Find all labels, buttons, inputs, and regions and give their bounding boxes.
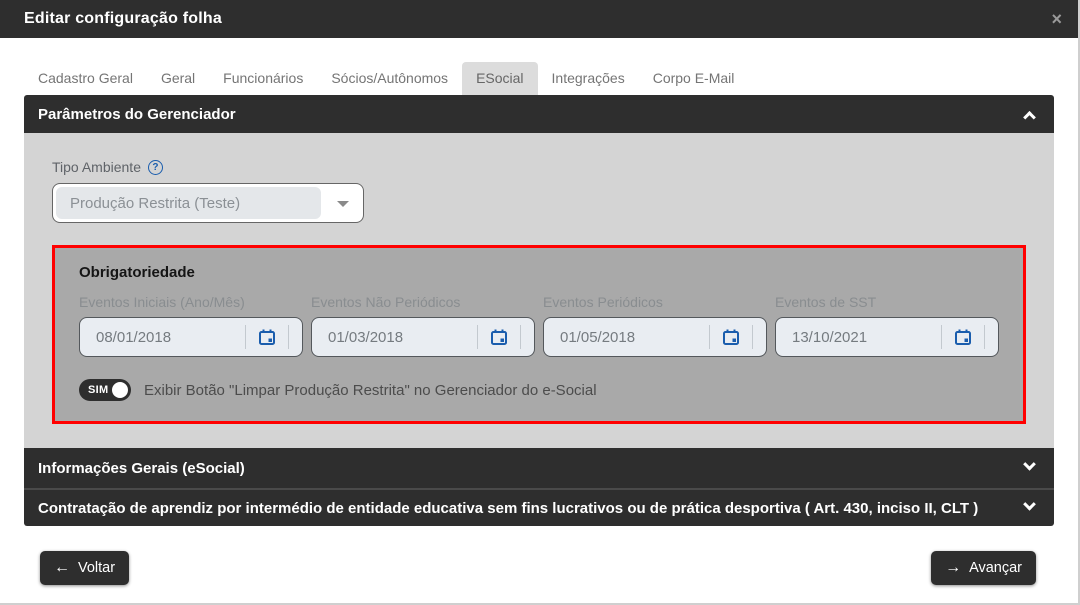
divider bbox=[984, 325, 985, 349]
next-button[interactable]: → Avançar bbox=[931, 551, 1036, 585]
date-value: 01/03/2018 bbox=[328, 328, 404, 346]
tipo-ambiente-label: Tipo Ambiente bbox=[52, 159, 141, 175]
date-label: Eventos Não Periódicos bbox=[311, 294, 461, 310]
obrigatoriedade-box: Obrigatoriedade Eventos Iniciais (Ano/Mê… bbox=[52, 245, 1026, 424]
close-icon[interactable]: × bbox=[1051, 10, 1062, 28]
toggle-row: SIM Exibir Botão "Limpar Produção Restri… bbox=[79, 379, 999, 401]
date-label: Eventos Iniciais (Ano/Mês) bbox=[79, 294, 245, 310]
accordion-header-informacoes-gerais[interactable]: Informações Gerais (eSocial) bbox=[24, 448, 1054, 488]
date-label: Eventos de SST bbox=[775, 294, 877, 310]
obrigatoriedade-title: Obrigatoriedade bbox=[79, 264, 195, 281]
tab-esocial[interactable]: ESocial bbox=[462, 62, 538, 95]
toggle-knob-icon bbox=[112, 382, 128, 398]
modal-footer: ← Voltar → Avançar bbox=[0, 526, 1078, 585]
tab-corpo-email[interactable]: Corpo E-Mail bbox=[639, 62, 749, 95]
help-icon[interactable]: ? bbox=[147, 159, 163, 175]
next-button-label: Avançar bbox=[969, 560, 1022, 576]
date-input-eventos-periodicos[interactable]: 01/05/2018 bbox=[543, 317, 767, 357]
accordion-title: Parâmetros do Gerenciador bbox=[38, 105, 236, 123]
date-col-eventos-sst: Eventos de SST 13/10/2021 bbox=[775, 294, 999, 357]
parametros-body: Tipo Ambiente ? Produção Restrita (Teste… bbox=[24, 133, 1054, 448]
limpar-producao-toggle[interactable]: SIM bbox=[79, 379, 131, 401]
date-value: 01/05/2018 bbox=[560, 328, 636, 346]
chevron-up-icon bbox=[1023, 110, 1036, 124]
tab-socios-autonomos[interactable]: Sócios/Autônomos bbox=[317, 62, 462, 95]
divider bbox=[288, 325, 289, 349]
chevron-down-icon bbox=[337, 201, 349, 207]
toggle-description: Exibir Botão "Limpar Produção Restrita" … bbox=[144, 381, 597, 399]
accordion-group: Parâmetros do Gerenciador Tipo Ambiente … bbox=[24, 95, 1054, 526]
accordion-title: Informações Gerais (eSocial) bbox=[38, 459, 245, 477]
obrigatoriedade-dates-row: Eventos Iniciais (Ano/Mês) 08/01/2018 Ev… bbox=[79, 294, 999, 357]
date-col-eventos-periodicos: Eventos Periódicos 01/05/2018 bbox=[543, 294, 767, 357]
tab-bar: Cadastro Geral Geral Funcionários Sócios… bbox=[24, 62, 1054, 95]
tab-funcionarios[interactable]: Funcionários bbox=[209, 62, 317, 95]
tipo-ambiente-selected-value: Produção Restrita (Teste) bbox=[56, 187, 321, 219]
tab-cadastro-geral[interactable]: Cadastro Geral bbox=[24, 62, 147, 95]
date-col-eventos-iniciais: Eventos Iniciais (Ano/Mês) 08/01/2018 bbox=[79, 294, 303, 357]
date-label: Eventos Periódicos bbox=[543, 294, 663, 310]
back-button[interactable]: ← Voltar bbox=[40, 551, 130, 585]
accordion-title: Contratação de aprendiz por intermédio d… bbox=[38, 499, 979, 517]
arrow-left-icon: ← bbox=[54, 559, 70, 576]
tipo-ambiente-select[interactable]: Produção Restrita (Teste) bbox=[52, 183, 364, 223]
chevron-down-icon bbox=[1023, 457, 1036, 471]
toggle-state-label: SIM bbox=[88, 384, 109, 396]
accordion-header-contratacao-aprendiz[interactable]: Contratação de aprendiz por intermédio d… bbox=[24, 488, 1054, 526]
date-value: 13/10/2021 bbox=[792, 328, 868, 346]
tab-integracoes[interactable]: Integrações bbox=[538, 62, 639, 95]
calendar-icon[interactable] bbox=[246, 328, 288, 346]
date-input-eventos-nao-periodicos[interactable]: 01/03/2018 bbox=[311, 317, 535, 357]
divider bbox=[520, 325, 521, 349]
date-input-eventos-iniciais[interactable]: 08/01/2018 bbox=[79, 317, 303, 357]
chevron-down-icon bbox=[1023, 497, 1036, 511]
date-value: 08/01/2018 bbox=[96, 328, 172, 346]
date-col-eventos-nao-periodicos: Eventos Não Periódicos 01/03/2018 bbox=[311, 294, 535, 357]
date-input-eventos-sst[interactable]: 13/10/2021 bbox=[775, 317, 999, 357]
edit-config-modal: Editar configuração folha × Cadastro Ger… bbox=[0, 0, 1080, 605]
calendar-icon[interactable] bbox=[478, 328, 520, 346]
accordion-header-parametros[interactable]: Parâmetros do Gerenciador bbox=[24, 95, 1054, 133]
calendar-icon[interactable] bbox=[942, 328, 984, 346]
divider bbox=[752, 325, 753, 349]
arrow-right-icon: → bbox=[945, 559, 962, 576]
tipo-ambiente-label-row: Tipo Ambiente ? bbox=[52, 159, 1026, 175]
back-button-label: Voltar bbox=[78, 560, 116, 576]
tab-geral[interactable]: Geral bbox=[147, 62, 209, 95]
modal-title: Editar configuração folha bbox=[24, 10, 222, 27]
calendar-icon[interactable] bbox=[710, 328, 752, 346]
modal-titlebar: Editar configuração folha × bbox=[0, 0, 1078, 38]
